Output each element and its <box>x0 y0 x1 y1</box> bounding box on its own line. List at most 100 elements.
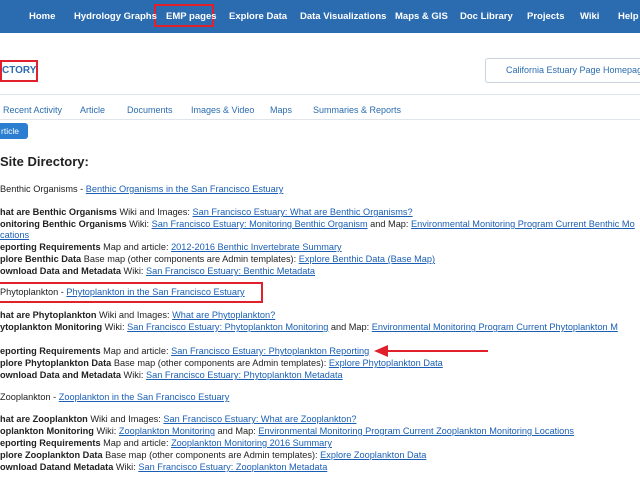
row-link[interactable]: San Francisco Estuary: Zooplankton Metad… <box>138 462 327 472</box>
row-link[interactable]: What are Phytoplankton? <box>172 310 275 320</box>
phyto-row-5: ownload Data and Metadata Wiki: San Fran… <box>0 370 343 380</box>
row-link[interactable]: San Francisco Estuary: Phytoplankton Met… <box>146 370 343 380</box>
tab-images-video[interactable]: Images & Video <box>191 105 254 115</box>
phyto-title: Phytoplankton - Phytoplankton in the San… <box>0 287 245 297</box>
row-label: ownload Data and Metadata <box>0 370 121 380</box>
benthic-row-2-cont: cations <box>0 230 29 240</box>
row-label: oplankton Monitoring <box>0 426 94 436</box>
benthic-row-2: onitoring Benthic Organisms Wiki: San Fr… <box>0 219 635 229</box>
site-directory-heading: Site Directory: <box>0 154 89 169</box>
row-text: Map and article: <box>100 242 172 252</box>
zoo-title: Zooplankton - Zooplankton in the San Fra… <box>0 392 229 402</box>
nav-hydrology-graphs[interactable]: Hydrology Graphs <box>74 0 157 33</box>
benthic-row-3: eporting Requirements Map and article: 2… <box>0 242 342 252</box>
phyto-title-prefix: Phytoplankton - <box>0 287 67 297</box>
page-title: CTORY <box>0 60 38 82</box>
row-link[interactable]: 2012-2016 Benthic Invertebrate Summary <box>171 242 342 252</box>
benthic-row-4: plore Benthic Data Base map (other compo… <box>0 254 435 264</box>
nav-wiki[interactable]: Wiki <box>580 0 599 33</box>
benthic-row-5: ownload Data and Metadata Wiki: San Fran… <box>0 266 315 276</box>
benthic-title: Benthic Organisms - Benthic Organisms in… <box>0 184 283 194</box>
nav-help[interactable]: Help <box>618 0 639 33</box>
row-text: Wiki: <box>102 322 128 332</box>
homepage-button[interactable]: California Estuary Page Homepage <box>485 58 640 83</box>
tab-documents[interactable]: Documents <box>127 105 173 115</box>
row-link[interactable]: Zooplankton Monitoring 2016 Summary <box>171 438 332 448</box>
row-link[interactable]: Zooplankton Monitoring <box>119 426 215 436</box>
zoo-row-3: eporting Requirements Map and article: Z… <box>0 438 332 448</box>
row-link[interactable]: cations <box>0 230 29 240</box>
row-text: Base map (other components are Admin tem… <box>111 358 329 368</box>
row-text: Wiki: <box>93 426 119 436</box>
row-text: Base map (other components are Admin tem… <box>102 450 321 460</box>
zoo-row-5: ownload Datand Metadata Wiki: San Franci… <box>0 462 327 472</box>
row-label: eporting Requirements <box>0 242 101 252</box>
row-text: Base map (other components are Admin tem… <box>81 254 299 264</box>
phyto-title-link[interactable]: Phytoplankton in the San Francisco Estua… <box>66 287 244 297</box>
row-label: plore Phytoplankton Data <box>0 358 112 368</box>
row-text: Wiki: <box>113 462 139 472</box>
header-divider <box>0 94 640 95</box>
row-link[interactable]: San Francisco Estuary: Phytoplankton Rep… <box>171 346 369 356</box>
row-link[interactable]: Explore Phytoplankton Data <box>329 358 443 368</box>
nav-projects[interactable]: Projects <box>527 0 565 33</box>
row-text-2: and Map: <box>214 426 259 436</box>
zoo-row-4: plore Zooplankton Data Base map (other c… <box>0 450 426 460</box>
row-link[interactable]: San Francisco Estuary: What are Zooplank… <box>163 414 356 424</box>
phyto-row-3: eporting Requirements Map and article: S… <box>0 346 369 356</box>
nav-explore-data[interactable]: Explore Data <box>229 0 287 33</box>
nav-maps-gis[interactable]: Maps & GIS <box>395 0 448 33</box>
phyto-row-1: hat are Phytoplankton Wiki and Images: W… <box>0 310 275 320</box>
phyto-row-2: ytoplankton Monitoring Wiki: San Francis… <box>0 322 618 332</box>
row-label: eporting Requirements <box>0 438 101 448</box>
row-text: Wiki: <box>121 370 147 380</box>
row-text: Map and article: <box>100 438 172 448</box>
row-text: Wiki: <box>121 266 147 276</box>
zoo-row-2: oplankton Monitoring Wiki: Zooplankton M… <box>0 426 574 436</box>
row-text: Wiki and Images: <box>87 414 164 424</box>
row-link[interactable]: Explore Zooplankton Data <box>320 450 426 460</box>
red-arrow-annotation <box>374 345 488 357</box>
row-text: Wiki and Images: <box>96 310 173 320</box>
row-link-2[interactable]: Environmental Monitoring Program Current… <box>411 219 635 229</box>
row-label: plore Zooplankton Data <box>0 450 103 460</box>
row-link[interactable]: San Francisco Estuary: Benthic Metadata <box>146 266 315 276</box>
row-text-2: and Map: <box>367 219 412 229</box>
tabs-divider <box>0 119 640 120</box>
row-link[interactable]: Explore Benthic Data (Base Map) <box>299 254 435 264</box>
row-text: Wiki: <box>126 219 152 229</box>
benthic-title-link[interactable]: Benthic Organisms in the San Francisco E… <box>86 184 284 194</box>
row-link-2[interactable]: Environmental Monitoring Program Current… <box>258 426 574 436</box>
row-link[interactable]: San Francisco Estuary: Monitoring Benthi… <box>152 219 368 229</box>
nav-home[interactable]: Home <box>29 0 55 33</box>
benthic-row-1: hat are Benthic Organisms Wiki and Image… <box>0 207 413 217</box>
tab-article[interactable]: Article <box>80 105 105 115</box>
nav-emp-pages[interactable]: EMP pages <box>166 0 217 33</box>
row-text: Wiki and Images: <box>116 207 193 217</box>
row-label: ytoplankton Monitoring <box>0 322 103 332</box>
zoo-title-link[interactable]: Zooplankton in the San Francisco Estuary <box>59 392 230 402</box>
article-button[interactable]: rticle <box>0 123 28 139</box>
row-label: ownload Datand Metadata <box>0 462 114 472</box>
row-label: ownload Data and Metadata <box>0 266 121 276</box>
zoo-title-prefix: Zooplankton - <box>0 392 59 402</box>
top-nav-bar: Home Hydrology Graphs EMP pages Explore … <box>0 0 640 33</box>
row-label: eporting Requirements <box>0 346 101 356</box>
row-label: hat are Zooplankton <box>0 414 88 424</box>
tab-recent-activity[interactable]: Recent Activity <box>3 105 62 115</box>
row-link-2[interactable]: Environmental Monitoring Program Current… <box>372 322 618 332</box>
row-label: hat are Phytoplankton <box>0 310 97 320</box>
row-label: onitoring Benthic Organisms <box>0 219 127 229</box>
row-link[interactable]: San Francisco Estuary: What are Benthic … <box>193 207 413 217</box>
nav-doc-library[interactable]: Doc Library <box>460 0 513 33</box>
tab-summaries-reports[interactable]: Summaries & Reports <box>313 105 401 115</box>
row-text: Map and article: <box>100 346 172 356</box>
row-label: hat are Benthic Organisms <box>0 207 117 217</box>
zoo-row-1: hat are Zooplankton Wiki and Images: San… <box>0 414 356 424</box>
row-link[interactable]: San Francisco Estuary: Phytoplankton Mon… <box>127 322 328 332</box>
nav-data-visualizations[interactable]: Data Visualizations <box>300 0 386 33</box>
tab-maps[interactable]: Maps <box>270 105 292 115</box>
row-label: plore Benthic Data <box>0 254 82 264</box>
benthic-title-prefix: Benthic Organisms - <box>0 184 86 194</box>
phyto-row-4: plore Phytoplankton Data Base map (other… <box>0 358 443 368</box>
